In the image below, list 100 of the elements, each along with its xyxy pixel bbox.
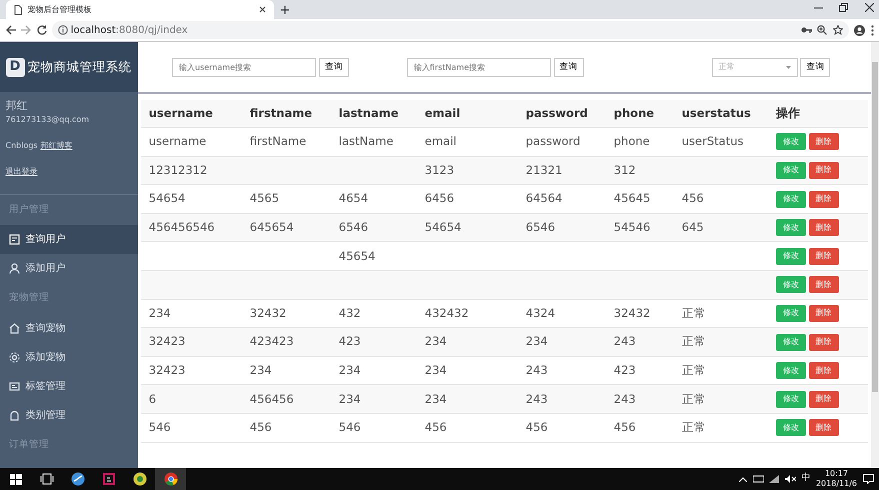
clock-time[interactable]: 10:17 (824, 469, 848, 479)
chevron-up-icon[interactable] (739, 476, 748, 482)
table-cell: 6546 (526, 220, 556, 234)
edit-button[interactable]: 修改 (776, 248, 806, 265)
edit-button[interactable]: 修改 (776, 304, 806, 322)
status-select[interactable]: 正常 (712, 58, 798, 76)
edit-button[interactable]: 修改 (776, 162, 806, 179)
sidebar-item[interactable]: 添加用户 (0, 254, 138, 284)
table-cell: 432432 (424, 306, 469, 320)
sidebar-item[interactable]: 标签管理 (0, 372, 138, 400)
table-cell: firstName (250, 134, 306, 148)
delete-button[interactable]: 删除 (808, 219, 838, 236)
notification-icon[interactable] (862, 474, 874, 484)
table-cell: 312 (614, 162, 636, 177)
globe-app-icon[interactable] (70, 472, 84, 486)
task-view-icon[interactable] (40, 472, 54, 486)
delete-button[interactable]: 删除 (808, 334, 838, 351)
table-cell: 21321 (526, 162, 562, 177)
table-cell: 正常 (682, 420, 706, 434)
back-icon[interactable] (6, 25, 16, 35)
edit-button[interactable]: 修改 (776, 219, 806, 236)
ime-indicator[interactable]: 中 (801, 472, 810, 486)
delete-button[interactable]: 删除 (808, 362, 838, 380)
brand-title: 宠物商城管理系统 (27, 58, 132, 76)
table-cell: username (148, 134, 206, 148)
table-cell: 6456 (424, 191, 454, 206)
column-header: lastname (338, 104, 400, 122)
table-cell: 正常 (682, 306, 706, 320)
column-header: phone (614, 104, 656, 122)
info-icon (58, 25, 68, 35)
mute-icon[interactable] (784, 475, 796, 483)
column-header: firstname (250, 104, 314, 122)
logout-link[interactable]: 退出登录 (6, 167, 38, 176)
table-cell: 12312312 (148, 162, 208, 177)
delete-button[interactable]: 删除 (808, 276, 838, 294)
close-icon[interactable] (259, 6, 266, 13)
delete-button[interactable]: 删除 (808, 304, 838, 322)
table-cell: 234 (338, 363, 361, 378)
clock-date[interactable]: 2018/11/6 (816, 479, 857, 489)
column-header: userstatus (682, 104, 752, 122)
edit-button[interactable]: 修改 (776, 334, 806, 351)
delete-button[interactable]: 删除 (808, 248, 838, 265)
table-cell: email (424, 134, 456, 148)
delete-button[interactable]: 删除 (808, 162, 838, 179)
key-icon[interactable] (800, 26, 812, 34)
browser-tab[interactable]: 宠物后台管理模板 (6, 0, 274, 19)
table-cell: 45645 (614, 191, 650, 206)
table-cell: 正常 (682, 334, 706, 348)
search-field[interactable]: 输入firstName搜索 (406, 58, 551, 76)
page-icon (14, 4, 22, 14)
table-cell: userStatus (682, 134, 744, 148)
ide-app-icon[interactable] (102, 472, 116, 486)
edit-button[interactable]: 修改 (776, 419, 806, 436)
search-button[interactable]: 查询 (554, 58, 584, 76)
sidebar-item[interactable]: 添加宠物 (0, 342, 138, 372)
menu-icon[interactable] (870, 24, 874, 36)
edit-button[interactable]: 修改 (776, 276, 806, 294)
sidebar-item[interactable]: 查询宠物 (0, 314, 138, 342)
chrome-app-icon[interactable] (164, 472, 178, 486)
edit-button[interactable]: 修改 (776, 190, 806, 208)
close-icon[interactable] (864, 2, 874, 12)
delete-button[interactable]: 删除 (808, 133, 838, 150)
table-cell: 645 (682, 220, 704, 234)
restore-icon[interactable] (839, 2, 848, 12)
table-cell: 546 (338, 420, 361, 434)
reload-icon[interactable] (36, 25, 46, 35)
table-cell: 234 (424, 363, 447, 378)
windows-icon[interactable] (8, 472, 22, 486)
table-cell: 243 (526, 363, 548, 378)
account-icon[interactable] (854, 24, 865, 36)
delete-button[interactable]: 删除 (808, 419, 838, 436)
search-field[interactable]: 输入username搜索 (172, 58, 316, 76)
search-button[interactable]: 查询 (800, 58, 830, 76)
edit-button[interactable]: 修改 (776, 133, 806, 150)
table-cell: phone (614, 134, 650, 148)
table-cell: 正常 (682, 363, 706, 378)
delete-button[interactable]: 删除 (808, 390, 838, 408)
scrollbar[interactable] (871, 42, 879, 468)
table-cell: 456 (424, 420, 447, 434)
zoom-icon[interactable] (817, 25, 827, 35)
table-cell: 423 (614, 363, 636, 378)
new-tab-button[interactable]: + (274, 2, 296, 19)
edit-button[interactable]: 修改 (776, 362, 806, 380)
table-cell: 432 (338, 306, 361, 320)
sidebar-item[interactable]: 查询用户 (0, 225, 138, 254)
delete-button[interactable]: 删除 (808, 190, 838, 208)
table-cell: 54546 (614, 220, 650, 234)
star-icon[interactable] (832, 25, 842, 35)
table-cell: 4324 (526, 306, 556, 320)
sidebar-item[interactable]: 类别管理 (0, 400, 138, 430)
hs-app-icon[interactable] (132, 472, 146, 486)
blog-link[interactable]: 邦红博客 (40, 140, 72, 152)
table-cell: 243 (526, 392, 548, 406)
search-button[interactable]: 查询 (318, 58, 349, 76)
table-cell: lastName (338, 134, 394, 148)
table-cell: 456 (614, 420, 636, 434)
table-cell: password (526, 134, 580, 148)
url-text[interactable]: localhost:8080/qj/index (70, 22, 188, 38)
edit-button[interactable]: 修改 (776, 390, 806, 408)
table-cell: 32432 (614, 306, 650, 320)
